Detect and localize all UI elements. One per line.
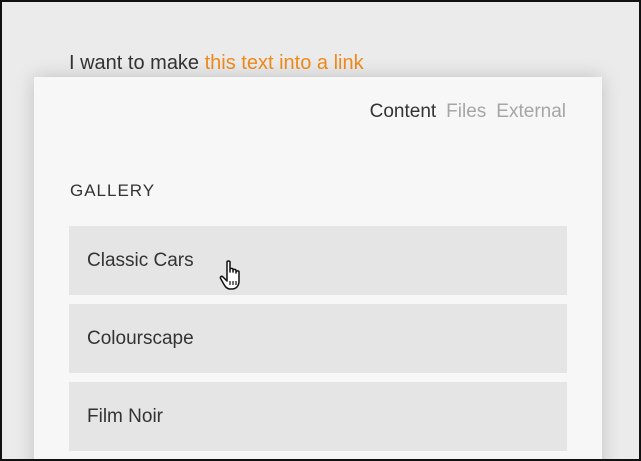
hand-pointer-icon <box>219 260 240 290</box>
link-source-tabs: Content Files External <box>370 101 566 123</box>
editor-text-line: I want to make this text into a link <box>69 52 364 75</box>
gallery-item-colourscape[interactable]: Colourscape <box>69 304 567 373</box>
selected-link-text[interactable]: this text into a link <box>205 52 364 74</box>
editor-plain-text: I want to make <box>69 52 205 74</box>
gallery-item-film-noir[interactable]: Film Noir <box>69 382 567 451</box>
gallery-item-label: Classic Cars <box>87 249 194 271</box>
gallery-section-heading: GALLERY <box>70 181 156 200</box>
link-picker-popup: Content Files External GALLERY Classic C… <box>34 77 602 459</box>
tab-content[interactable]: Content <box>370 101 437 123</box>
gallery-item-label: Film Noir <box>87 405 163 427</box>
gallery-list: Classic Cars Colourscape Film Noir <box>69 226 567 459</box>
tab-external[interactable]: External <box>496 101 566 123</box>
screenshot-frame: I want to make this text into a link Con… <box>0 0 641 461</box>
gallery-item-label: Colourscape <box>87 327 194 349</box>
gallery-item-classic-cars[interactable]: Classic Cars <box>69 226 567 295</box>
tab-files[interactable]: Files <box>446 101 486 123</box>
